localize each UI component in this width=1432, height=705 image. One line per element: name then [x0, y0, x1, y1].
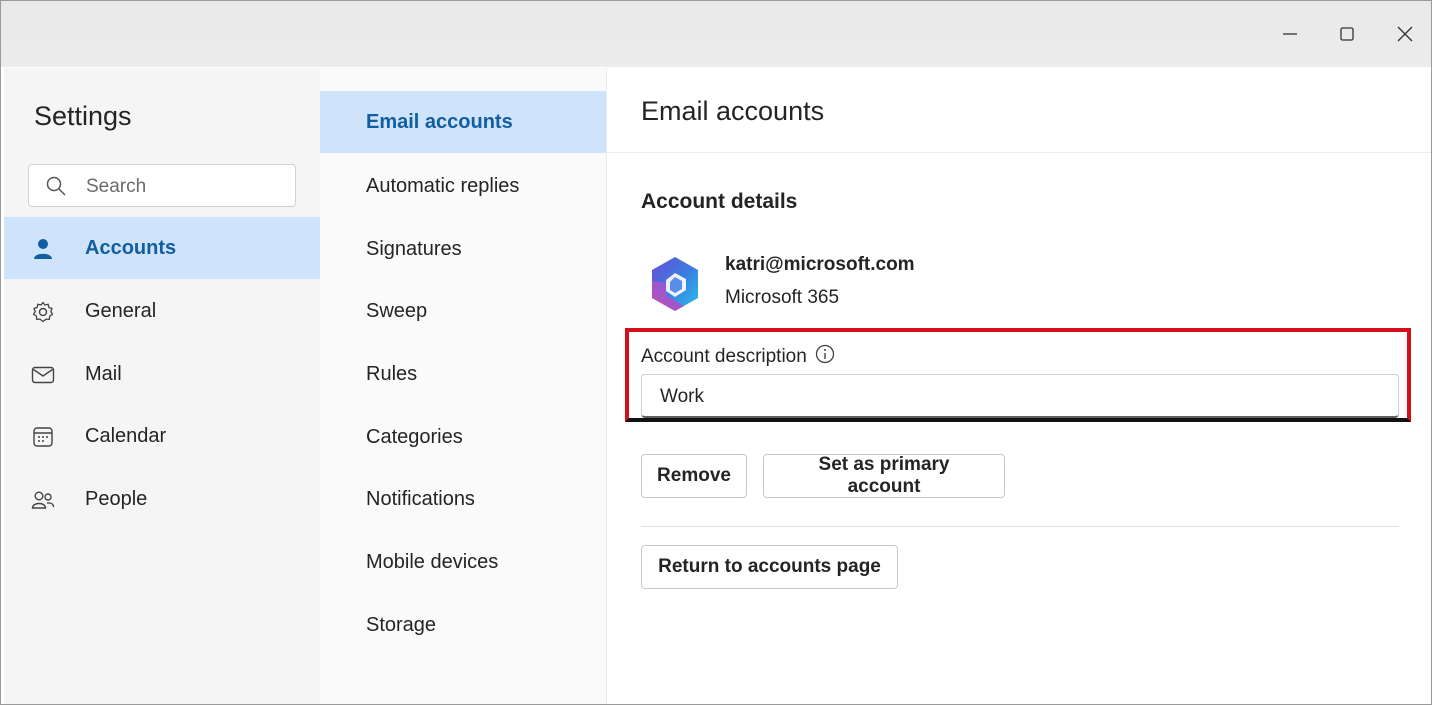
header-divider: [607, 152, 1431, 153]
subnav-item-label: Notifications: [366, 487, 475, 510]
subnav-item-notifications[interactable]: Notifications: [320, 468, 606, 530]
sidebar-item-label: People: [85, 487, 148, 510]
maximize-icon[interactable]: [1332, 19, 1362, 49]
calendar-icon: [31, 425, 55, 449]
subnav-item-rules[interactable]: Rules: [320, 343, 606, 405]
subnav-item-email-accounts[interactable]: Email accounts: [320, 91, 606, 153]
account-description-field[interactable]: [641, 374, 1399, 418]
subnav-item-label: Sweep: [366, 299, 428, 322]
sidebar-item-label: Mail: [85, 362, 122, 385]
account-description-input[interactable]: [658, 383, 1382, 411]
mail-icon: [31, 363, 55, 387]
subnav-item-sweep[interactable]: Sweep: [320, 280, 606, 342]
sidebar-item-general[interactable]: General: [4, 280, 320, 342]
subnav-item-label: Mobile devices: [366, 550, 499, 573]
accounts-subnav: Email accounts Automatic replies Signatu…: [320, 68, 607, 704]
account-description-label-text: Account description: [641, 346, 807, 367]
minimize-icon[interactable]: [1275, 19, 1305, 49]
microsoft-365-logo-icon: [644, 253, 706, 315]
account-description-label: Account description: [641, 344, 835, 370]
subnav-item-label: Categories: [366, 425, 463, 448]
gear-icon: [31, 300, 55, 324]
section-title: Account details: [641, 190, 798, 213]
subnav-item-label: Email accounts: [366, 110, 513, 133]
close-icon[interactable]: [1390, 19, 1420, 49]
subnav-item-signatures[interactable]: Signatures: [320, 218, 606, 280]
person-icon: [31, 237, 55, 261]
search-input[interactable]: [84, 173, 288, 201]
content-pane: Email accounts Account details katri@mic…: [607, 68, 1431, 704]
sidebar-item-mail[interactable]: Mail: [4, 343, 320, 405]
sidebar-item-label: General: [85, 299, 157, 322]
settings-window: Settings Accounts General: [0, 0, 1432, 705]
subnav-item-label: Storage: [366, 613, 437, 636]
subnav-item-storage[interactable]: Storage: [320, 594, 606, 656]
sidebar-item-label: Accounts: [85, 236, 177, 259]
remove-button[interactable]: Remove: [641, 454, 747, 498]
subnav-item-mobile-devices[interactable]: Mobile devices: [320, 531, 606, 593]
section-divider: [641, 526, 1399, 527]
sidebar-item-label: Calendar: [85, 424, 167, 447]
sidebar-item-people[interactable]: People: [4, 468, 320, 530]
subnav-item-label: Signatures: [366, 237, 462, 260]
subnav-item-label: Automatic replies: [366, 174, 520, 197]
account-email: katri@microsoft.com: [725, 254, 915, 275]
subnav-item-automatic-replies[interactable]: Automatic replies: [320, 155, 606, 217]
account-type: Microsoft 365: [725, 287, 840, 308]
return-to-accounts-button[interactable]: Return to accounts page: [641, 545, 898, 589]
subnav-item-categories[interactable]: Categories: [320, 406, 606, 468]
set-primary-account-button[interactable]: Set as primary account: [763, 454, 1005, 498]
settings-sidebar: Settings Accounts General: [4, 68, 320, 704]
people-icon: [31, 488, 55, 512]
page-title: Email accounts: [641, 96, 825, 126]
sidebar-item-calendar[interactable]: Calendar: [4, 405, 320, 467]
title-bar: [1, 1, 1431, 67]
sidebar-item-accounts[interactable]: Accounts: [4, 217, 320, 279]
search-icon: [46, 176, 66, 201]
search-box[interactable]: [28, 164, 296, 207]
subnav-item-label: Rules: [366, 362, 418, 385]
info-icon[interactable]: [815, 344, 835, 370]
settings-title: Settings: [34, 101, 132, 131]
